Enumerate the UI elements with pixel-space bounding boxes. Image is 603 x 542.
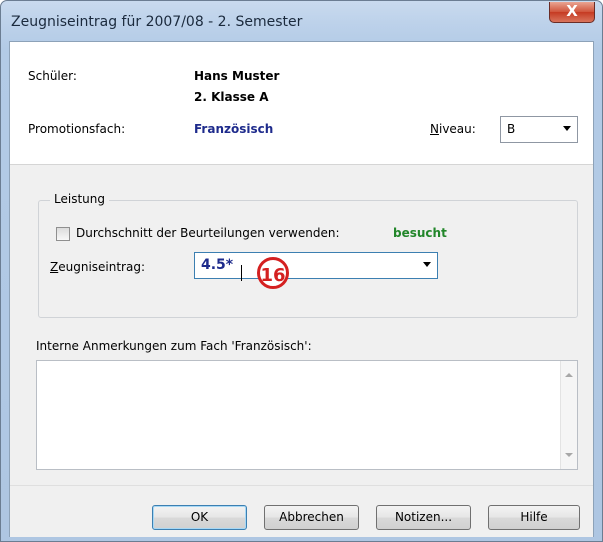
scroll-down-icon[interactable] [565,453,573,457]
help-button[interactable]: Hilfe [488,505,580,530]
window-title: Zeugniseintrag für 2007/08 - 2. Semester [11,14,303,30]
dialog-window: Zeugniseintrag für 2007/08 - 2. Semester… [0,0,603,542]
notes-scrollbar[interactable] [560,361,577,469]
grade-entry-combo[interactable]: 4.5* [194,252,438,279]
close-button[interactable]: X [549,2,595,23]
niveau-select[interactable]: B [500,116,578,143]
student-class: 2. Klasse A [194,90,269,104]
chevron-down-icon [563,126,571,131]
niveau-label: Niveau: [430,122,476,136]
scroll-up-icon[interactable] [565,373,573,377]
cancel-button[interactable]: Abbrechen [264,505,359,530]
notes-button[interactable]: Notizen... [376,505,471,530]
grade-entry-value: 4.5* [201,257,234,273]
niveau-label-text: iveau: [438,122,476,136]
subject-label: Promotionsfach: [28,122,126,136]
niveau-accesskey: N [430,122,439,136]
leistung-title: Leistung [50,192,109,206]
text-caret [241,265,242,281]
student-name: Hans Muster [194,69,280,83]
niveau-value: B [507,122,516,136]
entry-label: Zeugniseintrag: [50,260,145,274]
entry-accesskey: Z [50,260,59,274]
average-checkbox-label[interactable]: Durchschnitt der Beurteilungen verwenden… [76,226,340,240]
student-label: Schüler: [28,69,77,83]
status-text: besucht [393,226,447,240]
title-bar: Zeugniseintrag für 2007/08 - 2. Semester… [1,1,602,41]
entry-label-text: eugniseintrag: [58,260,146,274]
notes-label: Interne Anmerkungen zum Fach 'Französisc… [36,339,312,353]
notes-textarea[interactable] [36,360,578,470]
chevron-down-icon [423,262,431,267]
subject-value: Französisch [194,122,274,136]
dialog-client-area: Schüler: Hans Muster 2. Klasse A Promoti… [9,41,594,537]
ok-button[interactable]: OK [152,505,247,530]
info-panel: Schüler: Hans Muster 2. Klasse A Promoti… [10,42,593,165]
callout-badge: 16 [257,257,289,289]
close-icon: X [566,2,578,20]
average-checkbox[interactable] [56,227,70,241]
